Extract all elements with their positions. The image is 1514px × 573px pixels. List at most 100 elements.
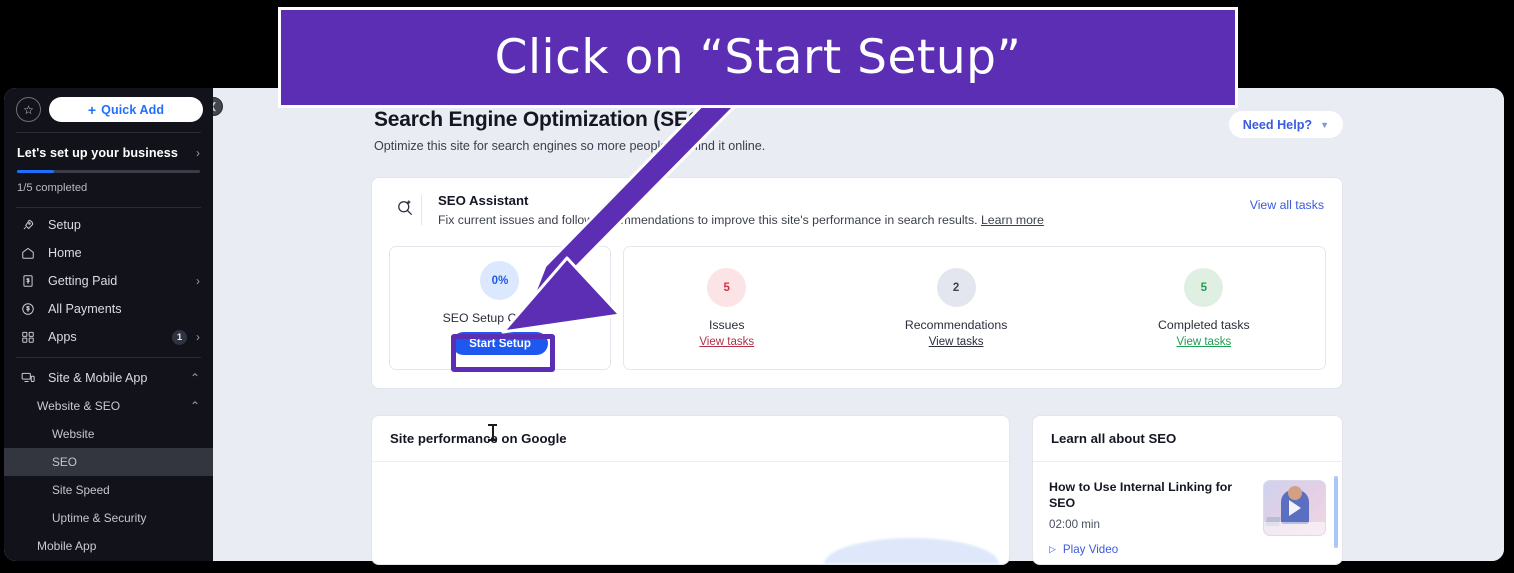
learn-more-link[interactable]: Learn more — [981, 213, 1044, 227]
quick-add-label: Quick Add — [101, 102, 165, 117]
sidebar-item-right: › — [196, 275, 200, 287]
thumbnail-person-head — [1288, 486, 1302, 500]
sidebar-item-home[interactable]: Home — [4, 239, 213, 267]
recommendations-view-tasks-link[interactable]: View tasks — [929, 336, 984, 348]
business-setup-title: Let's set up your business — [17, 146, 178, 160]
assistant-text: SEO Assistant Fix current issues and fol… — [438, 193, 1250, 227]
play-video-label: Play Video — [1062, 543, 1119, 556]
sidebar-item-label: Getting Paid — [48, 274, 118, 288]
completed-view-tasks-link[interactable]: View tasks — [1176, 336, 1231, 348]
sidebar-item-label: Site Speed — [52, 483, 110, 497]
seo-assistant-header: SEO Assistant Fix current issues and fol… — [372, 178, 1342, 227]
start-setup-highlight-box — [451, 334, 555, 372]
sidebar-top-bar: ☆ + Quick Add — [4, 88, 213, 132]
checklist-label: SEO Setup Checklist — [442, 311, 558, 325]
site-performance-title: Site performance on Google — [372, 416, 1009, 462]
sidebar-item-site-speed[interactable]: Site Speed — [4, 476, 213, 504]
magnifier-sparkle-icon — [391, 193, 418, 218]
setup-progress-track — [17, 170, 200, 173]
business-setup-row: Let's set up your business › — [17, 146, 200, 160]
site-performance-card: Site performance on Google — [371, 415, 1010, 565]
chevron-right-icon: › — [196, 330, 200, 344]
setup-progress-label: 1/5 completed — [17, 182, 88, 194]
completed-tasks-label: Completed tasks — [1158, 318, 1250, 332]
sidebar-item-label: All Payments — [48, 302, 122, 316]
learn-video-item: How to Use Internal Linking for SEO 02:0… — [1033, 462, 1342, 556]
sidebar-item-right: ⌃ — [190, 400, 200, 412]
checklist-progress-circle: 0% — [480, 261, 520, 300]
completed-tasks-cell: 5 Completed tasks View tasks — [1158, 268, 1250, 348]
sidebar-item-label: Website — [52, 427, 95, 441]
recommendations-cell: 2 Recommendations View tasks — [904, 268, 1008, 348]
view-all-tasks-link[interactable]: View all tasks — [1250, 193, 1324, 212]
learn-about-seo-title: Learn all about SEO — [1033, 416, 1342, 462]
sidebar-item-uptime-security[interactable]: Uptime & Security — [4, 504, 213, 532]
sidebar-item-label: Site & Mobile App — [48, 371, 148, 385]
monitor-icon — [20, 371, 35, 385]
learn-card-scrollbar[interactable] — [1334, 476, 1338, 548]
sidebar-item-right: 1 › — [172, 329, 200, 345]
chevron-right-icon: › — [196, 146, 200, 160]
sidebar-item-label: Uptime & Security — [52, 511, 147, 525]
sidebar-item-label: Apps — [48, 330, 77, 344]
sidebar-item-label: Website & SEO — [37, 399, 121, 413]
sidebar-item-website[interactable]: Website — [4, 420, 213, 448]
business-setup-block[interactable]: Let's set up your business › 1/5 complet… — [4, 133, 213, 207]
assistant-description-text: Fix current issues and follow recommenda… — [438, 213, 978, 227]
quick-add-button[interactable]: + Quick Add — [49, 97, 203, 122]
sidebar-item-seo[interactable]: SEO — [4, 448, 213, 476]
chevron-down-icon: ▼ — [1320, 119, 1329, 130]
assistant-title: SEO Assistant — [438, 193, 529, 208]
video-text-block: How to Use Internal Linking for SEO 02:0… — [1049, 480, 1253, 556]
chevron-up-icon: ⌃ — [189, 371, 200, 385]
sidebar-item-all-payments[interactable]: All Payments — [4, 295, 213, 323]
sidebar-item-apps[interactable]: Apps 1 › — [4, 323, 213, 351]
sidebar-item-label: Mobile App — [37, 539, 97, 553]
video-duration: 02:00 min — [1049, 518, 1100, 531]
dollar-circle-icon — [20, 302, 35, 316]
star-icon[interactable]: ☆ — [16, 97, 41, 122]
performance-chart-placeholder — [824, 538, 999, 564]
sidebar-item-getting-paid[interactable]: Getting Paid › — [4, 267, 213, 295]
need-help-button[interactable]: Need Help? ▼ — [1228, 111, 1343, 138]
thumbnail-play-icon — [1288, 500, 1301, 516]
sidebar-item-label: Setup — [48, 218, 81, 232]
home-icon — [20, 246, 35, 260]
learn-about-seo-card: Learn all about SEO How to Use Internal … — [1032, 415, 1343, 565]
sidebar-item-website-seo[interactable]: Website & SEO ⌃ — [4, 392, 213, 420]
assistant-divider — [421, 195, 422, 225]
play-video-button[interactable]: ▷ Play Video — [1049, 543, 1253, 556]
invoice-icon — [20, 274, 35, 288]
assistant-description: Fix current issues and follow recommenda… — [438, 213, 1250, 227]
play-triangle-icon: ▷ — [1049, 544, 1056, 554]
sidebar-nav: Setup Home Getting Paid › All Payments A… — [4, 208, 213, 561]
issues-count-circle: 5 — [707, 268, 747, 307]
rocket-icon — [20, 218, 35, 232]
setup-progress-fill — [17, 170, 54, 173]
sidebar: ☆ + Quick Add Let's set up your business… — [4, 88, 213, 561]
sidebar-item-label: Home — [48, 246, 82, 260]
sidebar-item-label: SEO — [52, 455, 77, 469]
recommendations-label: Recommendations — [904, 318, 1008, 332]
video-thumbnail[interactable] — [1263, 480, 1326, 536]
completed-count-circle: 5 — [1184, 268, 1224, 307]
video-title: How to Use Internal Linking for SEO — [1049, 480, 1233, 510]
thumbnail-desk — [1264, 522, 1325, 535]
instruction-banner-text: Click on “Start Setup” — [494, 30, 1022, 85]
sidebar-item-site-mobile-app[interactable]: Site & Mobile App ⌃ — [4, 364, 213, 392]
apps-icon — [20, 330, 35, 344]
apps-badge: 1 — [172, 329, 187, 345]
recommendations-count-circle: 2 — [936, 268, 976, 307]
sidebar-item-logo-brand[interactable]: Logo & Brand — [4, 560, 213, 561]
sidebar-item-mobile-app[interactable]: Mobile App — [4, 532, 213, 560]
page-subtitle: Optimize this site for search engines so… — [374, 139, 766, 153]
chevron-up-icon: ⌃ — [189, 399, 200, 413]
instruction-banner: Click on “Start Setup” — [278, 7, 1238, 108]
issues-cell: 5 Issues View tasks — [699, 268, 754, 348]
issues-label: Issues — [708, 318, 745, 332]
sidebar-divider-apps — [16, 357, 201, 358]
issues-view-tasks-link[interactable]: View tasks — [699, 336, 754, 348]
task-stats-panel: 5 Issues View tasks 2 Recommendations Vi… — [623, 246, 1326, 370]
sidebar-item-setup[interactable]: Setup — [4, 211, 213, 239]
text-cursor-icon — [488, 424, 497, 441]
